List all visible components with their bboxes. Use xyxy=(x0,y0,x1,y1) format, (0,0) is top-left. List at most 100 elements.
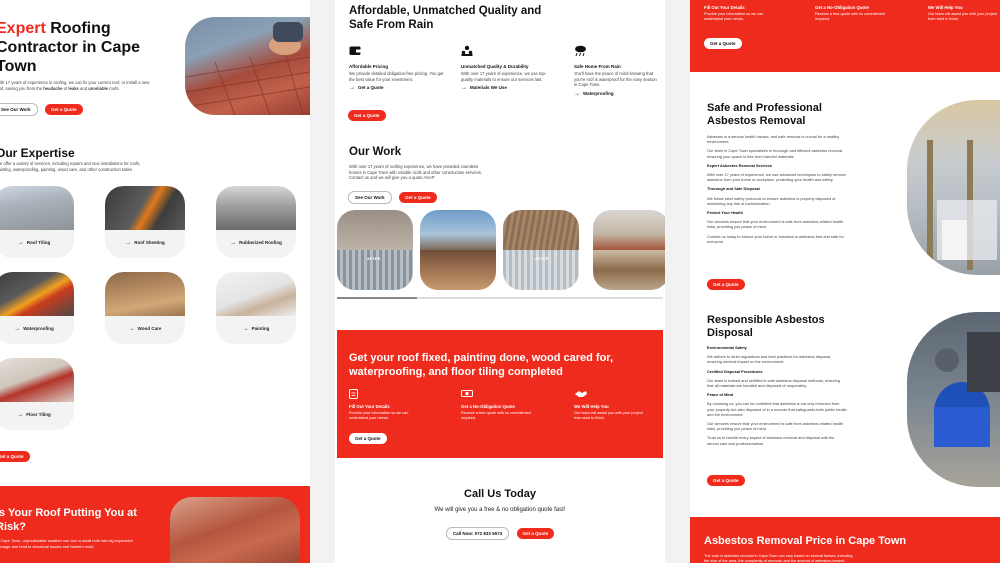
feature-link-label: Get a Quote xyxy=(358,85,384,91)
roof-sheeting-image xyxy=(105,186,185,230)
see-our-work-button[interactable]: See Our Work xyxy=(0,103,38,116)
paragraph: Asbestos is a serious health hazard, and… xyxy=(707,134,840,145)
disposal-worker-image xyxy=(907,312,1000,487)
worker-illustration xyxy=(927,140,997,270)
get-a-quote-button[interactable]: Get a Quote xyxy=(348,110,386,121)
paragraph: Our team in Cape Town specializes in tho… xyxy=(707,148,844,159)
paragraph: By choosing us, you can be confident tha… xyxy=(707,401,847,417)
clipboard-icon xyxy=(349,389,358,399)
feature-title: Safe Home From Rain xyxy=(574,64,621,69)
price-description: The cost of asbestos removal in Cape Tow… xyxy=(704,554,853,563)
arrow-right-icon: → xyxy=(349,85,355,92)
subheading: Environmental Safety xyxy=(707,345,747,350)
service-card-waterproofing[interactable]: → Waterproofing xyxy=(0,272,74,344)
subheading: Expert Asbestos Removal Services xyxy=(707,162,772,168)
service-card-painting[interactable]: → Painting xyxy=(216,272,296,344)
top-step: Get a No-Obligation Quote Receive a free… xyxy=(815,5,885,22)
hero-buttons: See Our Work Get a Quote xyxy=(0,98,83,116)
subheading: Protect Your Health xyxy=(707,210,743,216)
feature-link[interactable]: → Waterproofing xyxy=(574,91,659,97)
feature-rain: Safe Home From Rain You'll have the peac… xyxy=(574,43,659,97)
service-card-rubberized-roofing[interactable]: → Rubberized Roofing xyxy=(216,186,296,258)
service-label: Rubberized Roofing xyxy=(239,240,282,245)
risk-description: In Cape Town, unpredictable weather can … xyxy=(0,538,133,549)
work-gallery-item[interactable] xyxy=(593,210,665,290)
floor-tiling-image xyxy=(0,358,74,402)
service-label: Wood Care xyxy=(137,326,162,331)
before-image xyxy=(503,210,579,250)
call-buttons: Call Now: 072 833 5573 Get a Quote xyxy=(335,522,665,540)
rubberized-roofing-image xyxy=(216,186,296,230)
roofer-illustration xyxy=(185,22,310,115)
waterproofing-image xyxy=(0,272,74,316)
work-gallery-item[interactable]: AFTER xyxy=(503,210,579,290)
get-a-quote-button[interactable]: Get a Quote xyxy=(349,433,387,444)
before-image xyxy=(593,210,665,250)
hero-roofer-image xyxy=(185,17,310,115)
gallery-scrollbar[interactable] xyxy=(337,297,663,299)
painting-image xyxy=(216,272,296,316)
paragraph: Trust us to handle every aspect of asbes… xyxy=(707,435,835,446)
service-card-roof-tiling[interactable]: → Roof Tiling xyxy=(0,186,74,258)
middle-page-column: Affordable, Unmatched Quality and Safe F… xyxy=(335,0,665,563)
see-our-work-button[interactable]: See Our Work xyxy=(348,191,392,204)
feature-link-label: Waterproofing xyxy=(583,90,614,96)
feature-desc: With over 17 years of experience, we use… xyxy=(461,71,547,82)
arrow-right-icon: → xyxy=(17,240,24,246)
feature-link-label: Materials We Use xyxy=(470,85,507,91)
step-title: Get a No-Obligation Quote xyxy=(461,404,515,409)
after-image: AFTER xyxy=(503,250,579,290)
service-label: Roof Sheeting xyxy=(134,240,165,245)
get-a-quote-button[interactable]: Get a Quote xyxy=(707,279,745,290)
risk-section: Is Your Roof Putting You at Risk? In Cap… xyxy=(0,486,310,563)
service-label: Waterproofing xyxy=(23,326,54,331)
service-card-wood-care[interactable]: → Wood Care xyxy=(105,272,185,344)
afford-title: Affordable, Unmatched Quality and Safe F… xyxy=(349,5,542,31)
price-title: Asbestos Removal Price in Cape Town xyxy=(704,535,907,547)
service-label: Floor Tiling xyxy=(26,412,51,417)
feature-link[interactable]: → Materials We Use xyxy=(461,85,556,91)
hero-description: With 17 years of experience in roofing, … xyxy=(0,80,156,91)
subheading: Thorough and Safe Disposal xyxy=(707,186,760,192)
feature-quality: Unmatched Quality & Durability With over… xyxy=(461,43,556,91)
hero-desc-bold: leaks xyxy=(68,85,79,91)
get-a-quote-button[interactable]: Get a Quote xyxy=(516,528,555,539)
arrow-right-icon: → xyxy=(128,326,135,332)
get-a-quote-button[interactable]: Get a Quote xyxy=(399,192,437,203)
get-a-quote-button[interactable]: Get a Quote xyxy=(704,38,742,49)
service-card-floor-tiling[interactable]: → Floor Tiling xyxy=(0,358,74,430)
paragraph: Our services ensure that your environmen… xyxy=(707,219,844,230)
work-gallery-item[interactable] xyxy=(420,210,496,290)
paragraph: With over 17 years of experience, we use… xyxy=(707,172,846,183)
work-gallery-item[interactable]: AFTER xyxy=(337,210,413,290)
disposal-text: Environmental Safety We adhere to strict… xyxy=(707,345,847,446)
gallery-scrollbar-thumb[interactable] xyxy=(337,297,417,299)
arrow-right-icon: → xyxy=(230,240,237,246)
get-a-quote-button[interactable]: Get a Quote xyxy=(0,451,30,462)
arrow-right-icon: → xyxy=(125,240,132,246)
left-page-column: Expert Roofing Contractor in Cape Town W… xyxy=(0,0,310,563)
wood-care-image xyxy=(105,272,185,316)
work-title: Our Work xyxy=(349,146,402,158)
get-a-quote-button[interactable]: Get a Quote xyxy=(707,475,745,486)
get-a-quote-button[interactable]: Get a Quote xyxy=(45,104,83,115)
step-title: We Will Help You xyxy=(928,5,963,10)
step-desc: Our team will assist you with your proje… xyxy=(928,12,997,21)
feature-link[interactable]: → Get a Quote xyxy=(349,85,444,91)
call-title: Call Us Today xyxy=(464,488,536,500)
feature-affordable: Affordable Pricing We provide detailed o… xyxy=(349,43,444,91)
before-image xyxy=(337,210,413,250)
work-description: With over 17 years of roofing experience… xyxy=(349,164,483,181)
subheading: Peace of Mind xyxy=(707,392,734,398)
cta-step-3: We Will Help You Our team will assist yo… xyxy=(574,386,644,421)
price-section: Asbestos Removal Price in Cape Town The … xyxy=(690,517,1000,563)
call-now-button[interactable]: Call Now: 072 833 5573 xyxy=(445,527,510,540)
hero-title-red: Expert xyxy=(0,20,46,37)
cta-title: Get your roof fixed, painting done, wood… xyxy=(349,352,614,378)
service-card-roof-sheeting[interactable]: → Roof Sheeting xyxy=(105,186,185,258)
paragraph: Our services ensure that your environmen… xyxy=(707,421,844,432)
work-buttons: See Our Work Get a Quote xyxy=(348,186,437,204)
hero-desc-part: and xyxy=(78,85,89,91)
after-image: AFTER xyxy=(337,250,413,290)
expertise-description: We offer a variety of services, includin… xyxy=(0,161,141,172)
